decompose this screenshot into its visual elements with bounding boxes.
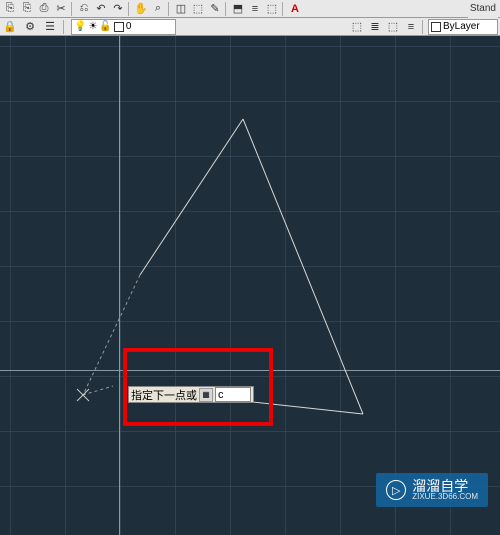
bylayer-dropdown[interactable]: ByLayer — [428, 19, 498, 35]
separator — [225, 2, 228, 16]
separator — [63, 20, 66, 34]
tool-icon[interactable]: ≡ — [403, 19, 419, 35]
bylayer-label: ByLayer — [443, 21, 480, 32]
toolbar-title: Stand — [468, 0, 498, 18]
drawing-canvas[interactable]: 指定下一点或 ▦ ▷ 溜溜自学 ZIXUE.3D66.COM — [0, 36, 500, 535]
lock-open-icon: 🔓 — [99, 21, 111, 32]
lock-icon[interactable]: 🔒 — [2, 19, 18, 35]
tool-icon[interactable]: ✎ — [207, 1, 223, 17]
tool-icon[interactable]: ◫ — [173, 1, 189, 17]
tool-icon[interactable]: ⬚ — [385, 19, 401, 35]
watermark: ▷ 溜溜自学 ZIXUE.3D66.COM — [376, 473, 488, 507]
tool-icon[interactable]: ⬒ — [230, 1, 246, 17]
prompt-label: 指定下一点或 — [131, 387, 197, 403]
color-swatch — [114, 22, 124, 32]
tool-icon[interactable]: ⎙ — [36, 1, 52, 17]
sun-icon: ☀ — [88, 21, 97, 32]
pan-icon[interactable]: ✋ — [133, 1, 149, 17]
layer-dropdown[interactable]: 💡 ☀ 🔓 0 — [71, 19, 176, 35]
axis-vertical — [119, 36, 120, 535]
zoom-icon[interactable]: ⌕ — [150, 1, 166, 17]
tool-icon[interactable]: ≡ — [247, 1, 263, 17]
text-icon[interactable]: A — [287, 1, 303, 17]
separator — [422, 20, 425, 34]
tool-icon[interactable]: ⬚ — [264, 1, 280, 17]
command-input[interactable] — [215, 387, 251, 402]
dynamic-input-prompt: 指定下一点或 ▦ — [128, 386, 254, 403]
separator — [168, 2, 171, 16]
tool-icon[interactable]: ⎘ — [2, 1, 18, 17]
undo-icon[interactable]: ↶ — [93, 1, 109, 17]
axis-horizontal — [0, 370, 500, 371]
tool-icon[interactable]: ⎘ — [19, 1, 35, 17]
prompt-options-icon[interactable]: ▦ — [199, 388, 213, 402]
bulb-icon: 💡 — [74, 21, 86, 32]
list-icon[interactable]: ☰ — [42, 19, 58, 35]
tool-icon[interactable]: ⬚ — [349, 19, 365, 35]
separator — [282, 2, 285, 16]
tool-icon[interactable]: ≣ — [367, 19, 383, 35]
toolbar-row-1: ⎘ ⎘ ⎙ ✂ ⎌ ↶ ↷ ✋ ⌕ ◫ ⬚ ✎ ⬒ ≡ ⬚ A Stand — [0, 0, 500, 18]
color-swatch — [431, 22, 441, 32]
toolbar-row-2: 🔒 ⚙ ☰ 💡 ☀ 🔓 0 ⬚ ≣ ⬚ ≡ ByLayer — [0, 18, 500, 36]
drawing-lines — [0, 36, 500, 535]
watermark-subtitle: ZIXUE.3D66.COM — [412, 493, 478, 501]
tool-icon[interactable]: ✂ — [53, 1, 69, 17]
play-icon: ▷ — [386, 480, 406, 500]
gear-icon[interactable]: ⚙ — [22, 19, 38, 35]
separator — [71, 2, 74, 16]
watermark-text: 溜溜自学 ZIXUE.3D66.COM — [412, 479, 478, 501]
redo-icon[interactable]: ↷ — [110, 1, 126, 17]
layer-name: 0 — [126, 21, 132, 32]
tool-icon[interactable]: ⬚ — [190, 1, 206, 17]
separator — [128, 2, 131, 16]
tool-icon[interactable]: ⎌ — [76, 1, 92, 17]
